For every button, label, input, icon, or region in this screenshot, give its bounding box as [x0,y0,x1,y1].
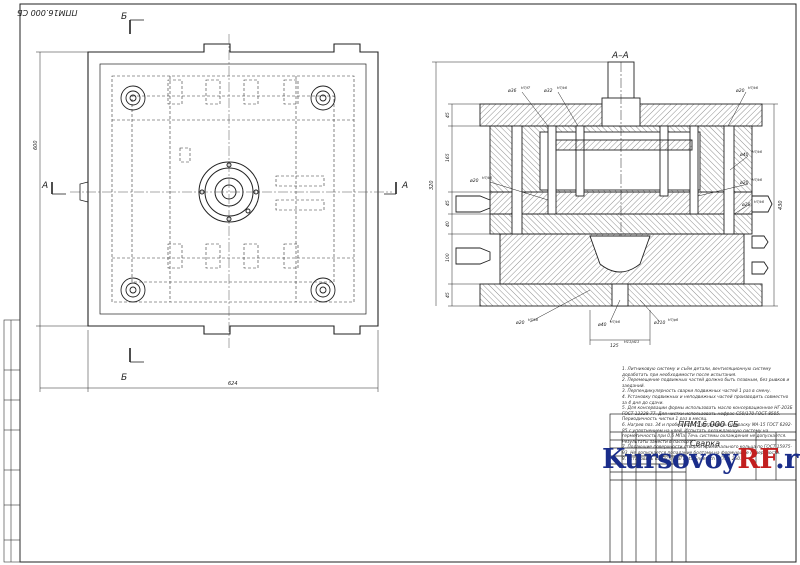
drawing-stamp: ППМ16.000 СБ [17,8,78,17]
svg-text:H7/k6: H7/k6 [748,86,758,90]
dim-v-1: 165 [445,153,451,162]
dim-height-left: 600 [33,140,39,150]
svg-text:ø40: ø40 [597,322,607,328]
section-title: А–А [611,51,629,61]
section-view [432,61,778,345]
guide-bushing-bl [120,277,146,303]
svg-text:ø110: ø110 [653,320,665,326]
dim-v-4: 100 [445,253,451,262]
section-a-left: А [41,181,48,191]
dim-total-left: 320 [429,180,435,190]
svg-text:ø20: ø20 [515,320,525,326]
guide-bushing-tl [120,85,146,111]
dim-width: 624 [228,381,238,387]
fit-callout-2: ø20H7/k6 [735,86,758,94]
fit-callout-9: ø110H7/p6 [653,318,678,326]
dim-v-5: 45 [445,292,451,298]
svg-text:ø20: ø20 [469,178,479,184]
svg-text:ø20: ø20 [739,180,749,186]
svg-text:H7/k6: H7/k6 [557,86,567,90]
dim-v-2: 45 [445,200,451,206]
svg-text:ø36: ø36 [507,88,517,94]
svg-text:ø20: ø20 [741,202,751,208]
note-2: 2. Перемещение подвижных частей должно б… [622,378,790,389]
guide-bushing-tr [310,85,336,111]
svg-text:H7/p6: H7/p6 [668,318,678,322]
fit-callout-6: ø20H7/k6 [469,176,492,184]
svg-text:ø20: ø20 [735,88,745,94]
section-b-bottom: Б [121,373,127,383]
brand-main: Kursovoy [602,444,738,475]
svg-text:H7/k6: H7/k6 [752,178,762,182]
dim-v-0: 45 [445,112,451,118]
svg-text:H7/k6: H7/k6 [752,150,762,154]
brand-accent: RF [737,444,776,475]
dim-bottom: 125 [610,343,619,349]
svg-text:H7/k6: H7/k6 [482,176,492,180]
plate-outline [87,43,379,335]
svg-text:H7/k6: H7/k6 [754,200,764,204]
dim-total-right: 430 [778,200,784,210]
svg-text:H7/f7: H7/f7 [521,86,531,90]
note-1: 1. Литниковую систему и съём детали, вен… [622,367,772,378]
watermark-brand: KursovoyRF.ru [602,440,800,480]
svg-text:ø32: ø32 [543,88,553,94]
fit-callout-0: ø36 H7/f7 [507,86,531,94]
dim-bottom-tol: H11/d11 [624,340,639,344]
fit-callout-1: ø32 H7/k6 [543,86,567,94]
guide-bushing-br [310,277,336,303]
drawing-sheet: Б Б А А 624 600 А–А 320 430 45 165 45 40… [3,3,797,563]
note-4: 4. Установку подвижных и неподвижных час… [622,394,789,406]
section-a-right: А [401,181,408,191]
fit-callout-8: ø40H7/k6 [597,320,620,328]
svg-text:H7/k6: H7/k6 [610,320,620,324]
section-b-top: Б [121,12,127,22]
fit-callout-7: ø20H7/k6 [515,318,538,326]
svg-text:H7/k6: H7/k6 [528,318,538,322]
svg-text:ø40: ø40 [739,152,749,158]
plan-view [36,19,397,392]
left-margin-strip [3,319,21,563]
doc-number: ППМ16.000 СБ [678,420,739,429]
dim-v-3: 40 [445,221,451,227]
brand-suffix: .ru [775,444,800,475]
